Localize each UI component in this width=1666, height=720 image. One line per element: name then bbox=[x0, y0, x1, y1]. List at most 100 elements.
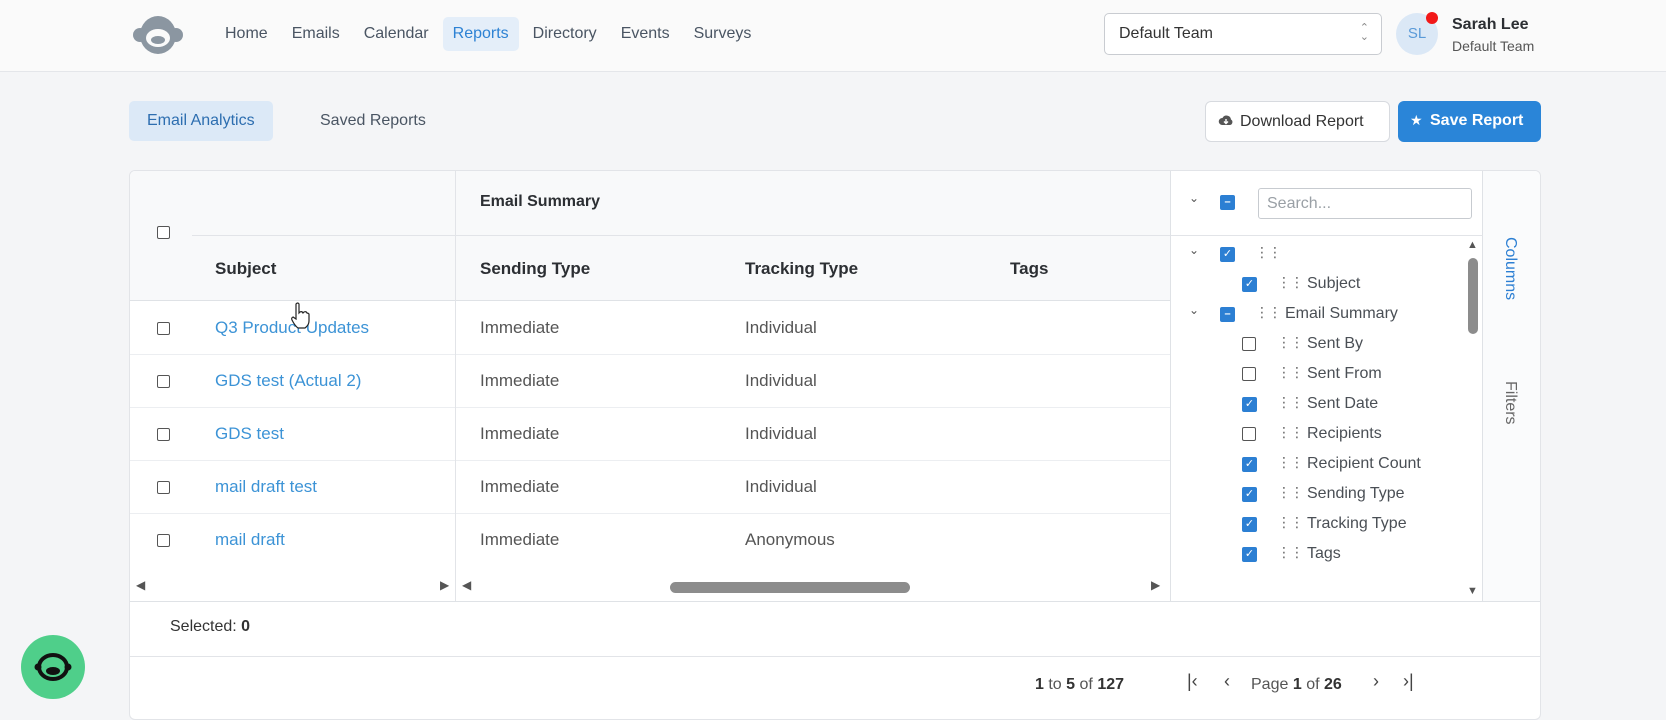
nav-reports[interactable]: Reports bbox=[442, 17, 519, 51]
tab-saved-reports[interactable]: Saved Reports bbox=[302, 101, 444, 141]
prev-page-icon[interactable]: ‹ bbox=[1224, 671, 1230, 692]
cell-tracking-type: Individual bbox=[745, 318, 817, 337]
table-row[interactable]: Q3 Product Updates Immediate Individual bbox=[130, 302, 1170, 355]
select-all-columns-checkbox[interactable]: – bbox=[1220, 195, 1235, 210]
drag-handle-icon[interactable]: ⋮⋮ bbox=[1277, 425, 1304, 439]
divider bbox=[130, 601, 1170, 602]
user-team: Default Team bbox=[1452, 38, 1535, 54]
drag-handle-icon[interactable]: ⋮⋮ bbox=[1277, 395, 1304, 409]
drag-handle-icon[interactable]: ⋮⋮ bbox=[1277, 335, 1304, 349]
nav-emails[interactable]: Emails bbox=[282, 17, 350, 51]
page-indicator: Page 1 of 26 bbox=[1251, 676, 1342, 693]
column-checkbox-subject[interactable]: ✓ bbox=[1242, 277, 1257, 292]
row-range: 1 to 5 of 127 bbox=[1035, 676, 1125, 693]
drag-handle-icon[interactable]: ⋮⋮ bbox=[1277, 455, 1304, 469]
column-checkbox-sent-from[interactable] bbox=[1242, 367, 1256, 381]
user-name[interactable]: Sarah Lee bbox=[1452, 16, 1528, 34]
panel-header: ⌄ – bbox=[1171, 171, 1484, 236]
divider bbox=[455, 235, 1170, 236]
report-grid: Email Summary Subject Sending Type Track… bbox=[129, 170, 1541, 720]
column-checkbox-sending-type[interactable]: ✓ bbox=[1242, 487, 1257, 502]
horizontal-scrollbar[interactable]: ◀ ▶ ◀ ▶ bbox=[130, 571, 1170, 601]
notification-dot bbox=[1426, 12, 1438, 24]
column-checkbox-tracking-type[interactable]: ✓ bbox=[1242, 517, 1257, 532]
scroll-left-icon[interactable]: ◀ bbox=[136, 578, 145, 592]
column-header-sending-type[interactable]: Sending Type bbox=[480, 259, 590, 279]
column-group-checkbox-email-summary[interactable]: – bbox=[1220, 307, 1235, 322]
scrollbar-thumb[interactable] bbox=[1468, 258, 1478, 334]
column-checkbox-sent-date[interactable]: ✓ bbox=[1242, 397, 1257, 412]
row-checkbox[interactable] bbox=[157, 322, 170, 335]
column-header-subject[interactable]: Subject bbox=[215, 259, 276, 279]
drag-handle-icon[interactable]: ⋮⋮ bbox=[1255, 245, 1282, 259]
drag-handle-icon[interactable]: ⋮⋮ bbox=[1255, 305, 1282, 319]
star-icon: ★ bbox=[1410, 112, 1423, 128]
save-report-button[interactable]: ★ Save Report bbox=[1398, 101, 1541, 142]
tab-columns[interactable]: Columns bbox=[1501, 237, 1519, 300]
next-page-icon[interactable]: › bbox=[1373, 671, 1379, 692]
row-checkbox[interactable] bbox=[157, 534, 170, 547]
column-header-tracking-type[interactable]: Tracking Type bbox=[745, 259, 858, 279]
download-report-label: Download Report bbox=[1240, 113, 1364, 130]
column-header-tags[interactable]: Tags bbox=[1010, 259, 1048, 279]
subject-link[interactable]: GDS test (Actual 2) bbox=[215, 371, 361, 391]
table-row[interactable]: GDS test (Actual 2) Immediate Individual bbox=[130, 355, 1170, 408]
scroll-right-icon[interactable]: ▶ bbox=[1151, 578, 1160, 592]
subject-link[interactable]: GDS test bbox=[215, 424, 284, 444]
cell-tracking-type: Individual bbox=[745, 477, 817, 496]
column-checkbox-tags[interactable]: ✓ bbox=[1242, 547, 1257, 562]
row-checkbox[interactable] bbox=[157, 375, 170, 388]
cloud-download-icon bbox=[1218, 115, 1233, 125]
top-navbar: Home Emails Calendar Reports Directory E… bbox=[0, 0, 1666, 72]
column-search-input[interactable] bbox=[1258, 188, 1472, 219]
team-select[interactable]: Default Team ⌃ ⌄ bbox=[1104, 13, 1382, 55]
cell-tracking-type: Individual bbox=[745, 424, 817, 443]
nav-directory[interactable]: Directory bbox=[523, 17, 607, 51]
scroll-right-icon[interactable]: ▶ bbox=[440, 578, 449, 592]
nav-calendar[interactable]: Calendar bbox=[354, 17, 439, 51]
side-tabs: Columns Filters bbox=[1483, 171, 1540, 601]
drag-handle-icon[interactable]: ⋮⋮ bbox=[1277, 545, 1304, 559]
chevron-down-icon[interactable]: ⌄ bbox=[1189, 303, 1199, 317]
column-checkbox-recipient-count[interactable]: ✓ bbox=[1242, 457, 1257, 472]
table-row[interactable]: mail draft Immediate Anonymous bbox=[130, 514, 1170, 571]
subject-link[interactable]: mail draft bbox=[215, 530, 285, 550]
download-report-button[interactable]: Download Report bbox=[1205, 101, 1390, 142]
help-chat-button[interactable] bbox=[21, 635, 85, 699]
column-checkbox-sent-by[interactable] bbox=[1242, 337, 1256, 351]
nav-home[interactable]: Home bbox=[215, 17, 278, 51]
divider bbox=[1170, 601, 1540, 602]
table-row[interactable]: mail draft test Immediate Individual bbox=[130, 461, 1170, 514]
drag-handle-icon[interactable]: ⋮⋮ bbox=[1277, 515, 1304, 529]
first-page-icon[interactable]: |‹ bbox=[1187, 671, 1198, 692]
tab-filters[interactable]: Filters bbox=[1501, 381, 1519, 425]
table-row[interactable]: GDS test Immediate Individual bbox=[130, 408, 1170, 461]
column-checkbox-recipients[interactable] bbox=[1242, 427, 1256, 441]
chevron-down-icon[interactable]: ⌄ bbox=[1189, 191, 1199, 205]
scroll-left-icon[interactable]: ◀ bbox=[462, 578, 471, 592]
cell-tracking-type: Individual bbox=[745, 371, 817, 390]
row-checkbox[interactable] bbox=[157, 428, 170, 441]
nav-surveys[interactable]: Surveys bbox=[684, 17, 762, 51]
team-select-value: Default Team bbox=[1119, 25, 1213, 42]
columns-tool-panel: ⌄ – ⌄ ✓ ⋮⋮ ✓ ⋮⋮ Subject ⌄ – ⋮⋮ Email Sum… bbox=[1170, 171, 1484, 601]
divider bbox=[192, 235, 455, 236]
drag-handle-icon[interactable]: ⋮⋮ bbox=[1277, 365, 1304, 379]
column-group-checkbox[interactable]: ✓ bbox=[1220, 247, 1235, 262]
scroll-down-icon[interactable]: ▼ bbox=[1467, 585, 1478, 597]
select-all-checkbox[interactable] bbox=[157, 226, 170, 239]
last-page-icon[interactable]: ›| bbox=[1403, 671, 1414, 692]
main-nav: Home Emails Calendar Reports Directory E… bbox=[215, 17, 761, 51]
drag-handle-icon[interactable]: ⋮⋮ bbox=[1277, 275, 1304, 289]
tab-email-analytics[interactable]: Email Analytics bbox=[129, 101, 273, 141]
subject-link[interactable]: mail draft test bbox=[215, 477, 317, 497]
hand-cursor-icon bbox=[291, 302, 310, 329]
monkey-logo-icon[interactable] bbox=[132, 14, 184, 56]
row-checkbox[interactable] bbox=[157, 481, 170, 494]
scroll-up-icon[interactable]: ▲ bbox=[1467, 239, 1478, 251]
nav-events[interactable]: Events bbox=[611, 17, 680, 51]
selected-value: 0 bbox=[241, 618, 251, 635]
drag-handle-icon[interactable]: ⋮⋮ bbox=[1277, 485, 1304, 499]
chevron-down-icon[interactable]: ⌄ bbox=[1189, 243, 1199, 257]
scrollbar-thumb[interactable] bbox=[670, 582, 910, 593]
